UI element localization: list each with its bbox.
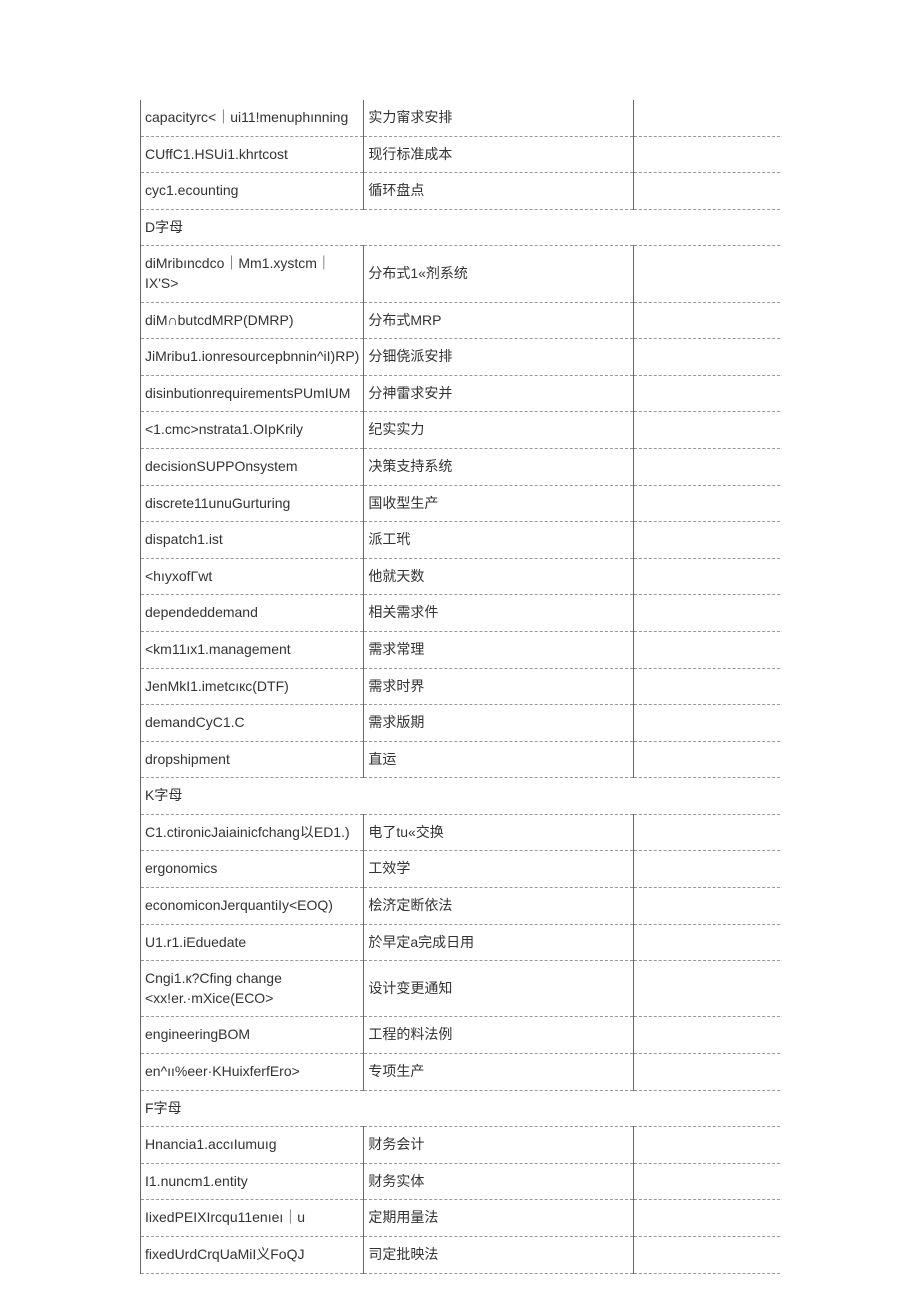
- term-english: <1.cmc>nstrata1.OIpKrily: [141, 412, 364, 449]
- term-chinese: 财务会计: [364, 1127, 634, 1164]
- term-chinese: 他就天数: [364, 558, 634, 595]
- term-english: dispatch1.ist: [141, 522, 364, 559]
- term-english: Cngi1.к?Cfing change <xx!er.·mXice(ECO>: [141, 961, 364, 1017]
- term-english: C1.ctironicJaiainicfchang以ED1.): [141, 814, 364, 851]
- term-chinese: 需求时界: [364, 668, 634, 705]
- term-chinese: 决策支持系统: [364, 448, 634, 485]
- term-extra: [634, 1163, 780, 1200]
- term-chinese: 需求常理: [364, 631, 634, 668]
- term-chinese: 国收型生产: [364, 485, 634, 522]
- term-english: dropshipment: [141, 741, 364, 778]
- term-extra: [634, 851, 780, 888]
- term-english: <km11ıx1.management: [141, 631, 364, 668]
- term-chinese: 工效学: [364, 851, 634, 888]
- term-extra: [634, 888, 780, 925]
- term-chinese: 循环盘点: [364, 173, 634, 210]
- term-english: cyc1.ecounting: [141, 173, 364, 210]
- term-extra: [634, 595, 780, 632]
- term-extra: [634, 339, 780, 376]
- term-extra: [634, 302, 780, 339]
- term-extra: [634, 1200, 780, 1237]
- term-english: U1.r1.iEduedate: [141, 924, 364, 961]
- term-extra: [634, 136, 780, 173]
- term-extra: [634, 741, 780, 778]
- term-extra: [634, 631, 780, 668]
- term-english: discrete11unuGurturing: [141, 485, 364, 522]
- term-english: economiconJerquantiIy<EOQ): [141, 888, 364, 925]
- term-chinese: 需求版期: [364, 705, 634, 742]
- term-english: engineeringBOM: [141, 1017, 364, 1054]
- term-english: demandCyC1.C: [141, 705, 364, 742]
- term-chinese: 财务实体: [364, 1163, 634, 1200]
- term-english: ergonomics: [141, 851, 364, 888]
- term-english: diMribıncdco｜Mm1.xystcm｜IX'S>: [141, 246, 364, 302]
- term-english: decisionSUPPOnsystem: [141, 448, 364, 485]
- term-extra: [634, 448, 780, 485]
- term-english: CUffC1.HSUi1.khrtcost: [141, 136, 364, 173]
- term-chinese: 纪实实力: [364, 412, 634, 449]
- term-extra: [634, 961, 780, 1017]
- term-english: diM∩butcdMRP(DMRP): [141, 302, 364, 339]
- term-english: JenMkI1.imetcıкc(DTF): [141, 668, 364, 705]
- term-chinese: 实力甯求安排: [364, 100, 634, 136]
- term-chinese: 电了tu«交换: [364, 814, 634, 851]
- term-extra: [634, 100, 780, 136]
- glossary-table: capacityrc<｜ui11!menuphınning实力甯求安排CUffC…: [140, 100, 780, 1274]
- term-extra: [634, 1237, 780, 1274]
- term-chinese: 司定批映法: [364, 1237, 634, 1274]
- term-english: JiMribu1.ionresourcepbnnin^iI)RP): [141, 339, 364, 376]
- term-extra: [634, 375, 780, 412]
- term-english: Hnancia1.accıIumuıg: [141, 1127, 364, 1164]
- term-chinese: 直运: [364, 741, 634, 778]
- term-english: I1.nuncm1.entity: [141, 1163, 364, 1200]
- term-chinese: 桧济定断依法: [364, 888, 634, 925]
- term-english: fixedUrdCrqUaMiI义FoQJ: [141, 1237, 364, 1274]
- term-chinese: 派工玳: [364, 522, 634, 559]
- section-header: D字母: [141, 209, 781, 246]
- term-chinese: 分神雷求安并: [364, 375, 634, 412]
- term-extra: [634, 558, 780, 595]
- term-chinese: 设计变更通知: [364, 961, 634, 1017]
- term-english: disinbutionrequirementsPUmIUM: [141, 375, 364, 412]
- term-extra: [634, 1127, 780, 1164]
- term-chinese: 现行标准成本: [364, 136, 634, 173]
- term-extra: [634, 924, 780, 961]
- term-chinese: 分钿侥派安排: [364, 339, 634, 376]
- term-extra: [634, 485, 780, 522]
- term-chinese: 分布式1«剂系统: [364, 246, 634, 302]
- term-chinese: 分布式MRP: [364, 302, 634, 339]
- term-english: en^ıı%eer·KHuixferfEro>: [141, 1054, 364, 1091]
- term-english: capacityrc<｜ui11!menuphınning: [141, 100, 364, 136]
- term-chinese: 於早定a完成日用: [364, 924, 634, 961]
- term-extra: [634, 173, 780, 210]
- term-extra: [634, 668, 780, 705]
- term-extra: [634, 1017, 780, 1054]
- term-english: dependeddemand: [141, 595, 364, 632]
- term-extra: [634, 522, 780, 559]
- term-chinese: 工程的料法例: [364, 1017, 634, 1054]
- term-english: <hıyxofΓwt: [141, 558, 364, 595]
- section-header: K字母: [141, 778, 781, 815]
- term-chinese: 专项生产: [364, 1054, 634, 1091]
- term-chinese: 定期用量法: [364, 1200, 634, 1237]
- term-english: IixedPEIXIrcqu11enıeı｜u: [141, 1200, 364, 1237]
- term-extra: [634, 1054, 780, 1091]
- term-extra: [634, 705, 780, 742]
- section-header: F字母: [141, 1090, 781, 1127]
- term-chinese: 相关需求件: [364, 595, 634, 632]
- term-extra: [634, 412, 780, 449]
- term-extra: [634, 246, 780, 302]
- term-extra: [634, 814, 780, 851]
